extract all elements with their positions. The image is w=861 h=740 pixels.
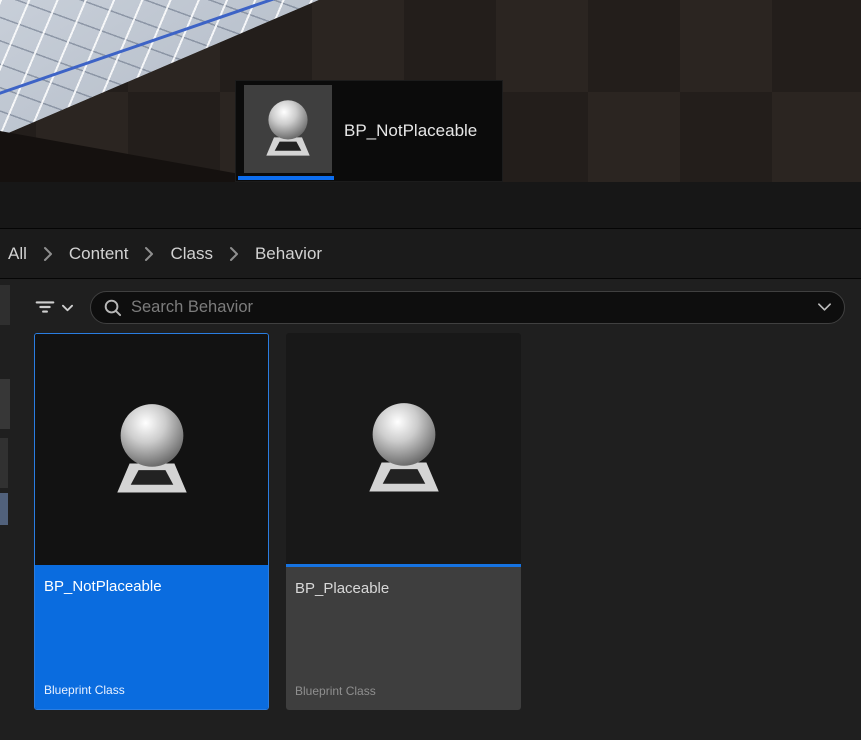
search-toolbar bbox=[30, 289, 845, 325]
collapsed-sources-panel[interactable] bbox=[0, 279, 11, 740]
breadcrumb-item-class[interactable]: Class bbox=[170, 244, 213, 264]
blueprint-sphere-icon bbox=[96, 394, 208, 506]
search-input[interactable] bbox=[131, 298, 808, 317]
drag-preview-progress-bar bbox=[238, 176, 334, 180]
content-browser-header-strip bbox=[0, 182, 861, 229]
asset-name: BP_NotPlaceable bbox=[44, 578, 259, 595]
asset-grid: BP_NotPlaceable Blueprint Class BP_Place… bbox=[0, 333, 861, 710]
filter-button[interactable] bbox=[30, 292, 78, 322]
drag-preview-label: BP_NotPlaceable bbox=[344, 121, 477, 141]
chevron-right-icon bbox=[41, 246, 55, 262]
search-box[interactable] bbox=[90, 291, 845, 324]
breadcrumb: All Content Class Behavior bbox=[0, 229, 861, 279]
drag-preview-thumbnail bbox=[244, 85, 332, 173]
collapsed-panel-item bbox=[0, 438, 8, 488]
asset-info: BP_Placeable Blueprint Class bbox=[286, 567, 521, 710]
chevron-right-icon bbox=[142, 246, 156, 262]
breadcrumb-item-content[interactable]: Content bbox=[69, 244, 129, 264]
asset-thumbnail bbox=[35, 334, 268, 565]
chevron-down-icon[interactable] bbox=[817, 301, 832, 313]
asset-info: BP_NotPlaceable Blueprint Class bbox=[35, 565, 268, 709]
breadcrumb-item-all[interactable]: All bbox=[8, 244, 27, 264]
breadcrumb-item-behavior[interactable]: Behavior bbox=[255, 244, 322, 264]
blueprint-sphere-icon bbox=[253, 94, 323, 164]
asset-type-label: Blueprint Class bbox=[295, 684, 512, 698]
collapsed-panel-item-selected bbox=[0, 493, 8, 525]
asset-name: BP_Placeable bbox=[295, 580, 512, 597]
content-browser-body: BP_NotPlaceable Blueprint Class BP_Place… bbox=[0, 279, 861, 740]
unreal-editor-window: BP_NotPlaceable All Content Class Behavi… bbox=[0, 0, 861, 740]
asset-tile-bp-placeable[interactable]: BP_Placeable Blueprint Class bbox=[286, 333, 521, 710]
asset-thumbnail bbox=[286, 333, 521, 564]
filter-icon bbox=[34, 296, 56, 318]
chevron-right-icon bbox=[227, 246, 241, 262]
blueprint-sphere-icon bbox=[348, 393, 460, 505]
drag-preview-tooltip: BP_NotPlaceable bbox=[235, 80, 503, 182]
level-viewport[interactable]: BP_NotPlaceable bbox=[0, 0, 861, 182]
search-icon bbox=[103, 298, 122, 317]
asset-tile-bp-notplaceable[interactable]: BP_NotPlaceable Blueprint Class bbox=[34, 333, 269, 710]
asset-type-label: Blueprint Class bbox=[44, 683, 259, 697]
chevron-down-icon bbox=[61, 302, 74, 313]
collapsed-panel-item bbox=[0, 285, 10, 325]
collapsed-panel-item bbox=[0, 379, 10, 429]
